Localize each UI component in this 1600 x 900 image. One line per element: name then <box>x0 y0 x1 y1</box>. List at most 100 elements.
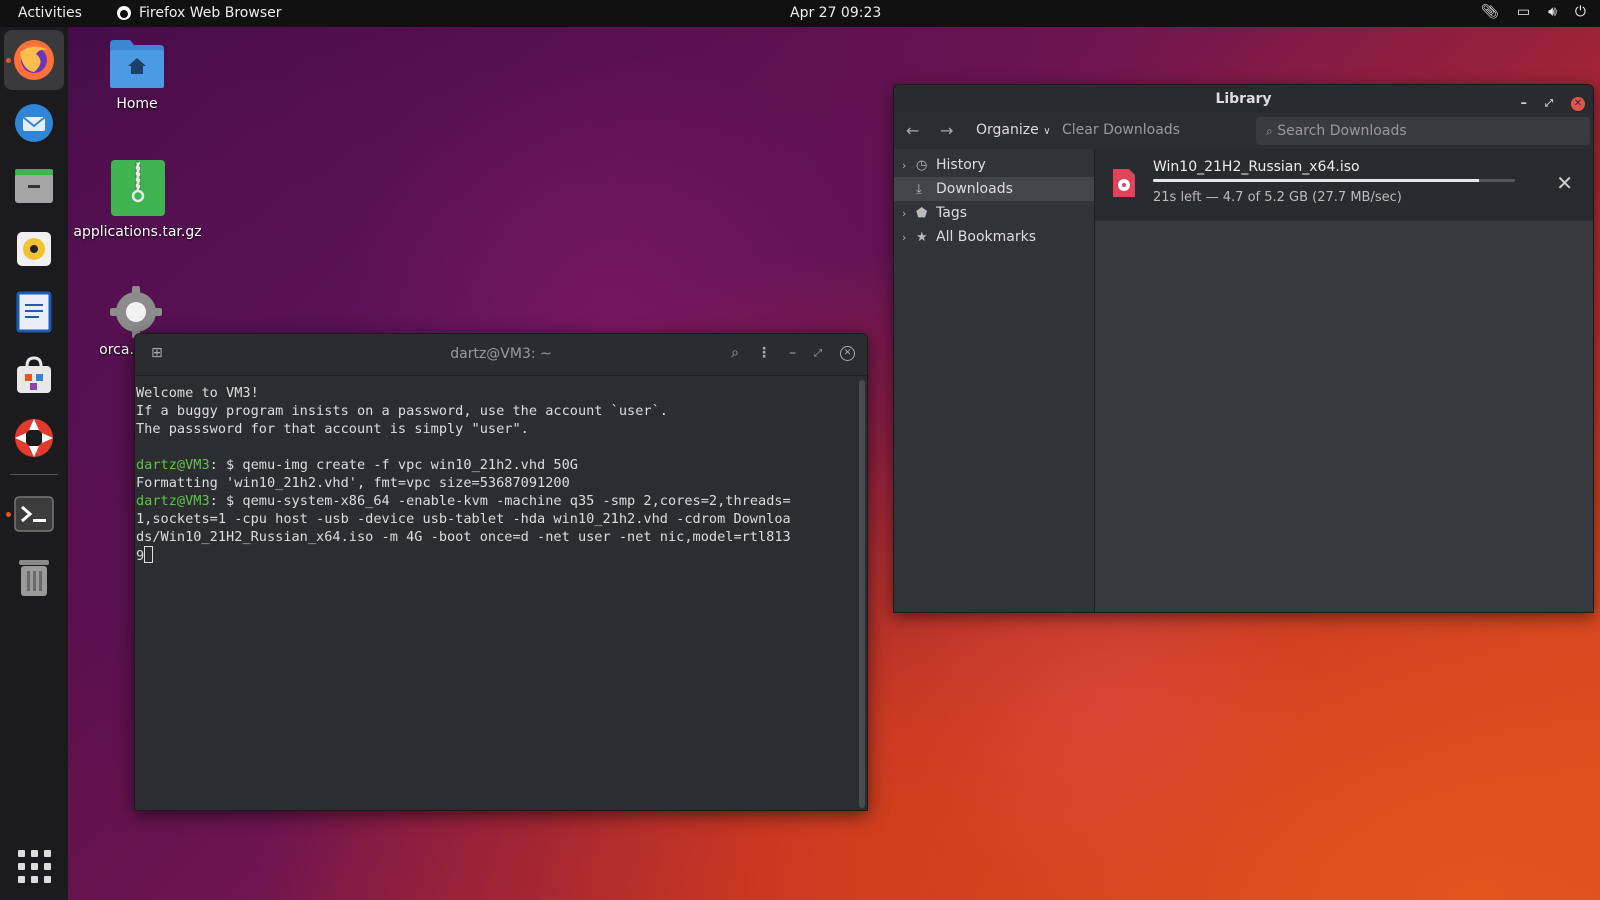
show-applications-button[interactable] <box>18 850 51 883</box>
terminal-prompt: dartz@VM3 <box>136 493 210 509</box>
downloads-list: Win10_21H2_Russian_x64.iso 21s left — 4.… <box>1095 149 1593 612</box>
download-progress-bar <box>1153 179 1515 182</box>
chevron-right-icon[interactable]: › <box>902 207 916 220</box>
search-icon[interactable]: ⌕ <box>731 345 739 361</box>
minimize-icon[interactable]: – <box>789 345 796 361</box>
dock-firefox[interactable] <box>4 30 64 90</box>
library-toolbar: ← → Organize ∨ Clear Downloads ⌕ Search … <box>894 113 1593 149</box>
terminal-icon <box>14 496 54 532</box>
search-placeholder: Search Downloads <box>1277 123 1407 139</box>
chevron-down-icon: ∨ <box>1043 126 1051 137</box>
terminal-command: ds/Win10_21H2_Russian_x64.iso -m 4G -boo… <box>136 529 791 545</box>
desktop-icon-label: applications.tar.gz <box>73 224 202 240</box>
help-icon <box>15 419 53 457</box>
top-bar: Activities Firefox Web Browser Apr 27 09… <box>0 0 1600 27</box>
running-indicator <box>6 58 11 63</box>
rhythmbox-icon <box>17 232 51 266</box>
download-icon: ⤓ <box>916 181 922 197</box>
home-folder-icon <box>110 40 164 88</box>
dock-separator <box>10 474 58 475</box>
dock-files[interactable] <box>4 156 64 216</box>
dock-rhythmbox[interactable] <box>4 219 64 279</box>
terminal-line: Formatting 'win10_21h2.vhd', fmt=vpc siz… <box>136 475 570 491</box>
library-sidebar: › ◷ History ⤓ Downloads › ⬟ Tags › ★ All… <box>894 149 1095 612</box>
organize-label: Organize <box>976 122 1039 138</box>
sidebar-item-downloads[interactable]: ⤓ Downloads <box>894 177 1094 201</box>
gear-icon <box>110 286 162 338</box>
desktop-icon-archive[interactable]: applications.tar.gz <box>70 158 205 240</box>
dock-writer[interactable] <box>4 282 64 342</box>
sidebar-item-tags[interactable]: › ⬟ Tags <box>894 201 1094 225</box>
system-tray[interactable]: 📎︎ ▭ 🔊︎ ⏻ <box>1481 4 1586 20</box>
screen-icon[interactable]: ▭ <box>1517 4 1530 20</box>
software-icon <box>17 356 51 393</box>
dock-trash[interactable] <box>4 547 64 607</box>
download-progress-fill <box>1153 179 1479 182</box>
dock-thunderbird[interactable] <box>4 93 64 153</box>
close-icon[interactable]: ✕ <box>840 345 855 361</box>
thunderbird-icon <box>15 104 53 142</box>
terminal-line: The passsword for that account is simply… <box>136 421 529 437</box>
terminal-command: : $ qemu-system-x86_64 -enable-kvm -mach… <box>209 493 791 509</box>
terminal-prompt: dartz@VM3 <box>136 457 210 473</box>
files-icon <box>15 169 53 203</box>
disc-image-file-icon <box>1113 169 1135 197</box>
library-window: Library – ⤢ ✕ ← → Organize ∨ Clear Downl… <box>893 84 1594 613</box>
trash-icon <box>19 560 49 596</box>
terminal-output[interactable]: Welcome to VM3! If a buggy program insis… <box>135 378 857 810</box>
library-title: Library <box>1215 91 1272 107</box>
chevron-right-icon[interactable]: › <box>902 159 916 172</box>
clear-downloads-button[interactable]: Clear Downloads <box>1062 122 1180 138</box>
clock[interactable]: Apr 27 09:23 <box>790 5 881 21</box>
archive-icon <box>110 160 165 216</box>
power-icon[interactable]: ⏻ <box>1575 4 1586 20</box>
running-indicator <box>6 512 11 517</box>
paperclip-icon[interactable]: 📎︎ <box>1481 4 1499 20</box>
search-icon: ⌕ <box>1266 124 1273 138</box>
sidebar-item-label: Downloads <box>936 181 1013 197</box>
tag-icon: ⬟ <box>916 205 928 221</box>
download-item[interactable]: Win10_21H2_Russian_x64.iso 21s left — 4.… <box>1095 149 1593 221</box>
terminal-line: Welcome to VM3! <box>136 385 259 401</box>
maximize-icon[interactable]: ⤢ <box>814 348 822 359</box>
close-icon[interactable]: ✕ <box>1571 97 1585 111</box>
download-status: 21s left — 4.7 of 5.2 GB (27.7 MB/sec) <box>1153 190 1402 205</box>
organize-menu[interactable]: Organize ∨ <box>976 122 1051 138</box>
terminal-command: 1,sockets=1 -cpu host -usb -device usb-t… <box>136 511 791 527</box>
library-titlebar[interactable]: Library – ⤢ ✕ <box>894 85 1593 113</box>
terminal-cursor <box>144 546 154 563</box>
chevron-right-icon[interactable]: › <box>902 231 916 244</box>
star-icon: ★ <box>916 229 928 245</box>
app-name: Firefox Web Browser <box>139 5 282 21</box>
sidebar-item-all-bookmarks[interactable]: › ★ All Bookmarks <box>894 225 1094 249</box>
dock-help[interactable] <box>4 408 64 468</box>
desktop-icon-label: Home <box>116 96 158 112</box>
writer-icon <box>16 291 52 333</box>
terminal-command: : $ qemu-img create -f vpc win10_21h2.vh… <box>209 457 578 473</box>
terminal-command: 9 <box>136 548 145 564</box>
sidebar-item-label: History <box>936 157 986 173</box>
activities-button[interactable]: Activities <box>18 5 82 21</box>
terminal-headerbar[interactable]: ⊞ dartz@VM3: ~ ⌕ ⋮ – ⤢ ✕ <box>135 334 867 376</box>
search-downloads-input[interactable]: ⌕ Search Downloads <box>1256 117 1590 145</box>
terminal-line: If a buggy program insists on a password… <box>136 403 668 419</box>
firefox-icon <box>14 40 54 80</box>
sidebar-item-history[interactable]: › ◷ History <box>894 153 1094 177</box>
library-body: › ◷ History ⤓ Downloads › ⬟ Tags › ★ All… <box>894 149 1593 612</box>
firefox-icon <box>117 6 131 20</box>
dock-terminal[interactable] <box>4 484 64 544</box>
download-filename: Win10_21H2_Russian_x64.iso <box>1153 159 1360 175</box>
back-arrow-icon[interactable]: ← <box>906 121 919 140</box>
volume-icon[interactable]: 🔊︎ <box>1548 4 1557 20</box>
clock-icon: ◷ <box>916 157 928 173</box>
terminal-window: ⊞ dartz@VM3: ~ ⌕ ⋮ – ⤢ ✕ Welcome to VM3!… <box>134 333 868 811</box>
cancel-download-icon[interactable]: ✕ <box>1556 171 1573 195</box>
forward-arrow-icon[interactable]: → <box>940 121 953 140</box>
terminal-scrollbar[interactable] <box>859 380 865 808</box>
desktop-icon-home[interactable]: Home <box>100 38 174 112</box>
dock <box>0 27 68 900</box>
menu-kebab-icon[interactable]: ⋮ <box>757 345 771 361</box>
dock-software[interactable] <box>4 345 64 405</box>
app-menu[interactable]: Firefox Web Browser <box>116 5 282 21</box>
sidebar-item-label: All Bookmarks <box>936 229 1037 245</box>
